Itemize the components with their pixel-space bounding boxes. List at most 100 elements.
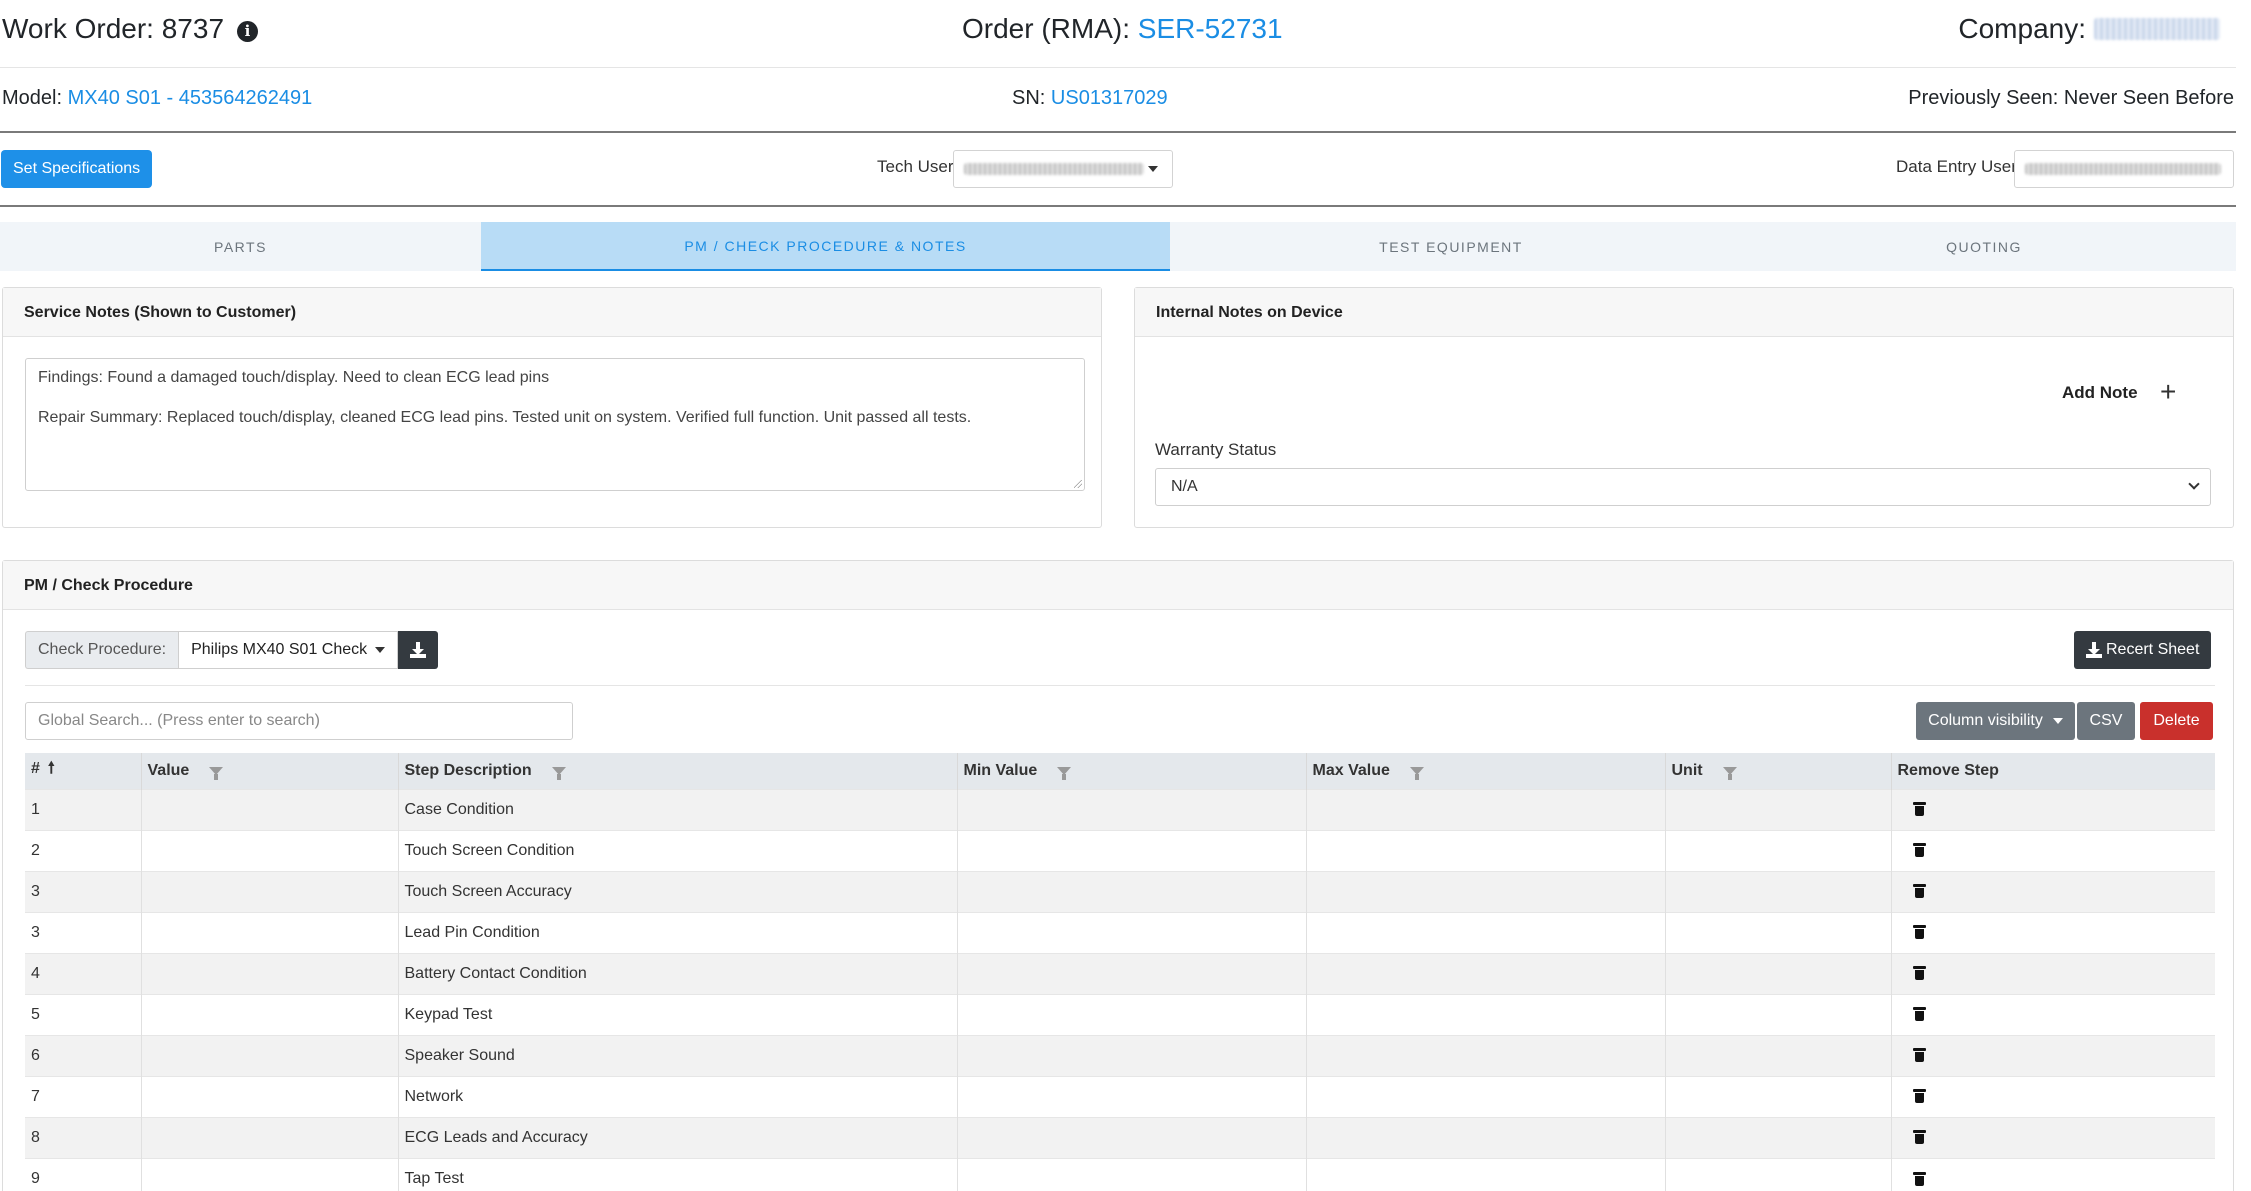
- csv-button[interactable]: CSV: [2077, 702, 2135, 740]
- step-number: 1: [25, 788, 141, 830]
- check-steps-body: 1 Case Condition 2 Touch Screen Condition 3 T…: [25, 788, 2215, 1191]
- step-max-value: [1305, 911, 1665, 953]
- order-rma: Order (RMA): SER-52731: [962, 12, 1283, 46]
- set-specifications-button[interactable]: Set Specifications: [1, 150, 153, 188]
- table-row: 2 Touch Screen Condition: [25, 829, 2215, 871]
- step-description: Touch Screen Accuracy: [397, 870, 957, 912]
- check-procedure-select[interactable]: Philips MX40 S01 Check: [178, 631, 399, 669]
- trash-icon[interactable]: [1912, 843, 1926, 858]
- column-header-step-description[interactable]: Step Description: [397, 753, 957, 789]
- model-link[interactable]: MX40 S01 - 453564262491: [68, 87, 313, 109]
- table-row: 7 Network: [25, 1075, 2215, 1117]
- company-value-redacted[interactable]: [2094, 18, 2220, 40]
- step-number: 9: [25, 1157, 141, 1191]
- step-value[interactable]: [140, 911, 398, 953]
- step-value[interactable]: [140, 1116, 398, 1158]
- column-visibility-button[interactable]: Column visibility: [1916, 702, 2075, 740]
- add-note-label[interactable]: Add Note: [2062, 383, 2138, 403]
- step-value[interactable]: [140, 952, 398, 994]
- step-max-value: [1305, 788, 1665, 830]
- tech-user-select[interactable]: [953, 150, 1173, 188]
- sn-link[interactable]: US01317029: [1051, 87, 1168, 109]
- table-row: 6 Speaker Sound: [25, 1034, 2215, 1076]
- trash-icon[interactable]: [1912, 966, 1926, 981]
- step-min-value: [956, 1116, 1306, 1158]
- delete-button[interactable]: Delete: [2140, 702, 2213, 740]
- column-header-unit[interactable]: Unit: [1664, 753, 1891, 789]
- column-header-max-value[interactable]: Max Value: [1305, 753, 1665, 789]
- step-description: Speaker Sound: [397, 1034, 957, 1076]
- step-value[interactable]: [140, 1157, 398, 1191]
- download-procedure-button[interactable]: [398, 631, 439, 669]
- step-value[interactable]: [140, 993, 398, 1035]
- trash-icon[interactable]: [1912, 1089, 1926, 1104]
- tab-quoting[interactable]: QUOTING: [1732, 222, 2236, 271]
- warranty-status-select[interactable]: N/A: [1155, 468, 2211, 506]
- warranty-status-value: N/A: [1171, 478, 1198, 495]
- filter-icon[interactable]: [1409, 766, 1424, 780]
- serial-number: SN: US01317029: [1012, 86, 1168, 110]
- filter-icon[interactable]: [1722, 766, 1737, 780]
- step-value[interactable]: [140, 829, 398, 871]
- tab-test-equipment[interactable]: TEST EQUIPMENT: [1170, 222, 1732, 271]
- step-unit: [1664, 870, 1891, 912]
- recert-sheet-label: Recert Sheet: [2106, 641, 2200, 658]
- remove-step-cell: [1890, 788, 2215, 830]
- table-header-row: # 🠕 Value Step Description Min Value Max …: [25, 753, 2215, 789]
- table-row: 3 Lead Pin Condition: [25, 911, 2215, 953]
- step-min-value: [956, 993, 1306, 1035]
- trash-icon[interactable]: [1912, 1007, 1926, 1022]
- step-value[interactable]: [140, 788, 398, 830]
- data-entry-user-value-redacted: [2025, 163, 2221, 175]
- table-row: 4 Battery Contact Condition: [25, 952, 2215, 994]
- company: Company:: [1958, 12, 2220, 46]
- step-min-value: [956, 1157, 1306, 1191]
- step-unit: [1664, 829, 1891, 871]
- service-notes-textarea[interactable]: Findings: Found a damaged touch/display.…: [25, 358, 1085, 491]
- warranty-status-label: Warranty Status: [1155, 440, 1277, 459]
- plus-icon[interactable]: +: [2160, 376, 2176, 408]
- step-unit: [1664, 952, 1891, 994]
- trash-icon[interactable]: [1912, 1048, 1926, 1063]
- trash-icon[interactable]: [1912, 925, 1926, 940]
- step-min-value: [956, 1034, 1306, 1076]
- tech-user-value-redacted: [964, 163, 1144, 175]
- trash-icon[interactable]: [1912, 802, 1926, 817]
- repair-summary-text: Repair Summary: Replaced touch/display, …: [38, 409, 972, 426]
- work-order-title: Work Order: 8737 i: [2, 12, 259, 46]
- step-unit: [1664, 1075, 1891, 1117]
- remove-step-cell: [1890, 1116, 2215, 1158]
- order-link[interactable]: SER-52731: [1138, 13, 1283, 44]
- tab-pm-check-procedure-notes[interactable]: PM / CHECK PROCEDURE & NOTES: [481, 222, 1170, 271]
- chevron-down-icon: [2052, 718, 2063, 724]
- check-procedure-group: Check Procedure: Philips MX40 S01 Check: [25, 631, 439, 669]
- resize-handle-icon[interactable]: [1074, 480, 1082, 488]
- tab-parts[interactable]: PARTS: [0, 222, 481, 271]
- global-search-input[interactable]: [25, 702, 573, 740]
- step-description: ECG Leads and Accuracy: [397, 1116, 957, 1158]
- column-header-value[interactable]: Value: [140, 753, 398, 789]
- column-header-number[interactable]: # 🠕: [25, 753, 141, 789]
- check-procedure-value: Philips MX40 S01 Check: [191, 641, 368, 658]
- step-value[interactable]: [140, 870, 398, 912]
- trash-icon[interactable]: [1912, 884, 1926, 899]
- filter-icon[interactable]: [551, 766, 566, 780]
- order-label: Order (RMA):: [962, 13, 1130, 44]
- recert-sheet-button[interactable]: Recert Sheet: [2074, 631, 2212, 669]
- data-entry-user-select[interactable]: [2014, 150, 2234, 188]
- download-icon: [2086, 642, 2102, 658]
- filter-icon[interactable]: [209, 766, 224, 780]
- step-number: 5: [25, 993, 141, 1035]
- trash-icon[interactable]: [1912, 1171, 1926, 1186]
- internal-notes-card: Internal Notes on Device Add Note + Warr…: [1134, 287, 2234, 528]
- check-steps-table: # 🠕 Value Step Description Min Value Max …: [25, 753, 2215, 1191]
- remove-step-cell: [1890, 870, 2215, 912]
- column-header-min-value[interactable]: Min Value: [956, 753, 1306, 789]
- sort-up-icon[interactable]: 🠕: [48, 757, 55, 784]
- step-value[interactable]: [140, 1075, 398, 1117]
- info-icon[interactable]: i: [237, 20, 259, 42]
- step-max-value: [1305, 1157, 1665, 1191]
- filter-icon[interactable]: [1057, 766, 1072, 780]
- step-value[interactable]: [140, 1034, 398, 1076]
- trash-icon[interactable]: [1912, 1130, 1926, 1145]
